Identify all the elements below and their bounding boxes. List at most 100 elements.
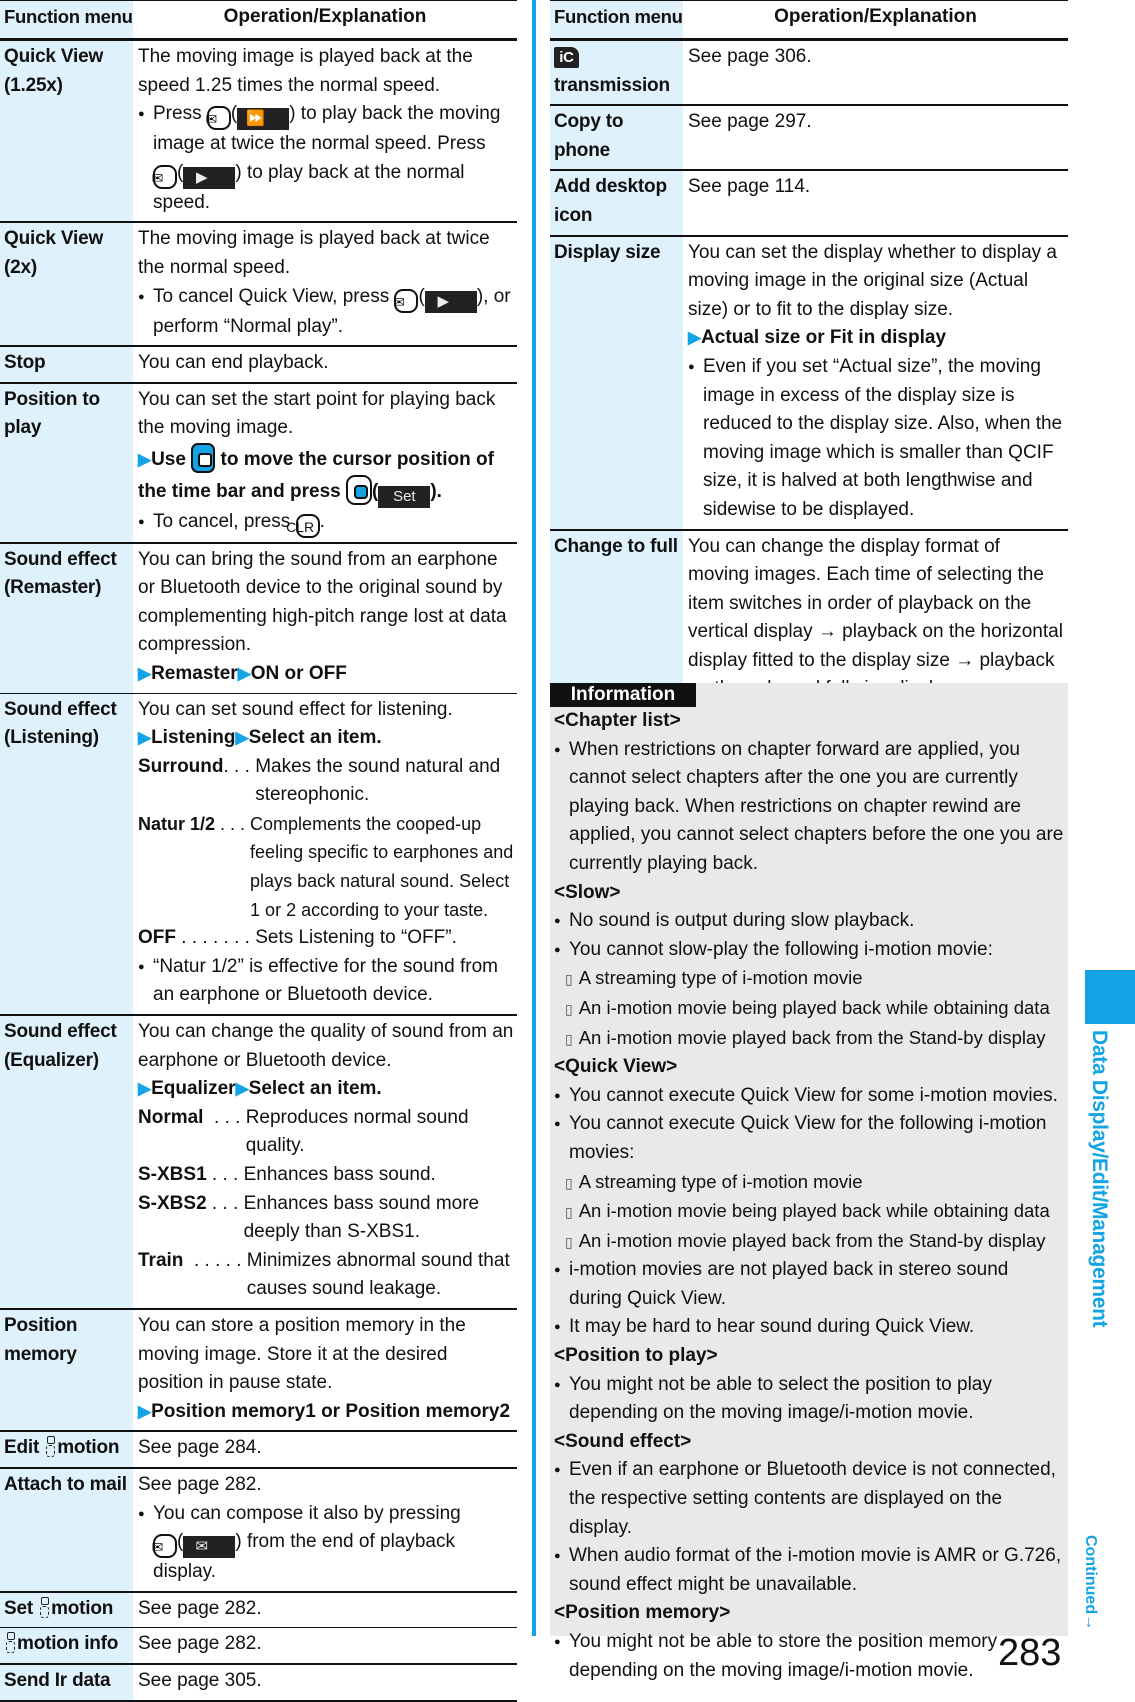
info-sub-item: An i-motion movie played back from the S… bbox=[554, 1227, 1064, 1257]
option-definition: Natur 1/2 . . . Complements the cooped-u… bbox=[138, 813, 514, 920]
table-row: Stop You can end playback. bbox=[0, 346, 517, 384]
step-arrow-icon: ▶ bbox=[235, 1079, 249, 1099]
table-header: Function menu Operation/Explanation bbox=[0, 0, 517, 41]
function-desc: You can set the start point for playing … bbox=[133, 382, 517, 544]
table-row: Edit motion See page 284. bbox=[0, 1431, 517, 1469]
function-desc: You can set sound effect for listening. … bbox=[133, 693, 517, 1017]
table-row: Add desktop icon See page 114. bbox=[550, 170, 1068, 237]
info-section-title: <Position to play> bbox=[554, 1345, 718, 1367]
function-table-left: Function menu Operation/Explanation Quic… bbox=[0, 0, 517, 1702]
table-row: Attach to mail See page 282. You can com… bbox=[0, 1467, 517, 1593]
information-box: Information <Chapter list> When restricti… bbox=[550, 683, 1068, 1681]
function-name: Quick View (2x) bbox=[0, 222, 133, 348]
operation-step: ▶Actual size or Fit in display bbox=[688, 327, 947, 349]
info-sub-item: A streaming type of i-motion movie bbox=[554, 964, 1064, 994]
note-bullet: Even if you set “Actual size”, the movin… bbox=[688, 353, 1066, 525]
info-bullet: When audio format of the i-motion movie … bbox=[554, 1542, 1064, 1599]
function-desc: See page 282. You can compose it also by… bbox=[133, 1467, 517, 1593]
header-function-menu: Function menu bbox=[0, 0, 133, 41]
option-definition: Train . . . . . Minimizes abnormal sound… bbox=[138, 1249, 510, 1300]
information-body: <Chapter list> When restrictions on chapt… bbox=[550, 707, 1068, 1685]
table-row: Sound effect (Remaster) You can bring th… bbox=[0, 542, 517, 694]
note-bullet: “Natur 1/2” is effective for the sound f… bbox=[138, 953, 515, 1010]
option-definition: S-XBS2 . . . Enhances bass sound more de… bbox=[138, 1192, 480, 1243]
info-bullet: You cannot execute Quick View for the fo… bbox=[554, 1110, 1064, 1167]
mail-softkey-icon: ✉ bbox=[183, 1536, 236, 1559]
info-bullet: You cannot execute Quick View for some i… bbox=[554, 1082, 1064, 1111]
step-arrow-icon: ▶ bbox=[138, 1079, 152, 1099]
step-arrow-icon: ▶ bbox=[138, 449, 152, 469]
fast-forward-softkey-icon: ⏩ bbox=[237, 108, 290, 131]
info-section-title: <Sound effect> bbox=[554, 1430, 692, 1452]
header-operation: Operation/Explanation bbox=[683, 0, 1068, 41]
info-sub-item: An i-motion movie played back from the S… bbox=[554, 1024, 1064, 1054]
table-row: Quick View (2x) The moving image is play… bbox=[0, 222, 517, 348]
function-name: Send Ir data bbox=[0, 1663, 133, 1702]
function-name: Position to play bbox=[0, 382, 133, 544]
info-bullet: You cannot slow-play the following i-mot… bbox=[554, 936, 1064, 965]
function-desc: See page 284. bbox=[133, 1431, 517, 1469]
step-arrow-icon: ▶ bbox=[688, 328, 702, 348]
operation-step: ▶Position memory1 or Position memory2 bbox=[138, 1400, 511, 1422]
mail-key-icon: ✉ bbox=[152, 1534, 177, 1559]
table-row: Send Ir data See page 305. bbox=[0, 1663, 517, 1702]
information-label: Information bbox=[550, 683, 696, 707]
info-bullet: You might not be able to store the posit… bbox=[554, 1628, 1064, 1685]
nav-key-icon bbox=[191, 442, 216, 473]
ic-transmission-icon: iC bbox=[554, 47, 579, 68]
i-motion-icon bbox=[6, 1632, 15, 1654]
function-desc: You can change the quality of sound from… bbox=[133, 1015, 517, 1310]
continued-indicator: Continued→ bbox=[1082, 1535, 1099, 1631]
table-row: Sound effect (Listening) You can set sou… bbox=[0, 693, 517, 1017]
function-name: Copy to phone bbox=[550, 105, 683, 172]
operation-step: ▶Equalizer▶Select an item. bbox=[138, 1078, 382, 1100]
function-table-right: Function menu Operation/Explanation iC tr… bbox=[550, 0, 1068, 711]
info-bullet: i-motion movies are not played back in s… bbox=[554, 1256, 1064, 1313]
note-bullet: To cancel, press CLR. bbox=[138, 508, 515, 538]
info-bullet: Even if an earphone or Bluetooth device … bbox=[554, 1456, 1064, 1542]
option-definition: S-XBS1 . . . Enhances bass sound. bbox=[138, 1164, 436, 1185]
option-definition: OFF . . . . . . . Sets Listening to “OFF… bbox=[138, 927, 457, 949]
function-name: Attach to mail bbox=[0, 1467, 133, 1593]
function-desc: See page 114. bbox=[683, 170, 1068, 237]
table-row: Position to play You can set the start p… bbox=[0, 382, 517, 544]
table-header: Function menu Operation/Explanation bbox=[550, 0, 1068, 41]
function-desc: See page 306. bbox=[683, 39, 1068, 107]
function-name: Sound effect (Equalizer) bbox=[0, 1015, 133, 1310]
operation-step: ▶Use to move the cursor position of the … bbox=[138, 442, 515, 508]
info-bullet: When restrictions on chapter forward are… bbox=[554, 736, 1064, 879]
table-row: Set motion See page 282. bbox=[0, 1591, 517, 1629]
step-arrow-icon: ▶ bbox=[235, 728, 249, 748]
note-bullet: Press ✉(⏩) to play back the moving image… bbox=[138, 100, 515, 217]
step-arrow-icon: ▶ bbox=[138, 728, 152, 748]
info-bullet: No sound is output during slow playback. bbox=[554, 907, 1064, 936]
set-softkey-icon: Set bbox=[378, 485, 431, 508]
function-name: Position memory bbox=[0, 1308, 133, 1433]
info-bullet: You might not be able to select the posi… bbox=[554, 1371, 1064, 1428]
step-arrow-icon: ▶ bbox=[237, 663, 251, 683]
header-function-menu: Function menu bbox=[550, 0, 683, 41]
function-name: iC transmission bbox=[550, 39, 683, 107]
option-definition: Normal . . . Reproduces normal sound qua… bbox=[138, 1106, 469, 1157]
function-desc: See page 297. bbox=[683, 105, 1068, 172]
function-name: Sound effect (Listening) bbox=[0, 693, 133, 1017]
table-row: Position memory You can store a position… bbox=[0, 1308, 517, 1433]
mail-key-icon: ✉ bbox=[205, 106, 231, 131]
function-desc: You can bring the sound from an earphone… bbox=[133, 542, 517, 694]
header-operation: Operation/Explanation bbox=[133, 0, 517, 41]
function-desc: The moving image is played back at twice… bbox=[133, 222, 517, 348]
info-sub-item: A streaming type of i-motion movie bbox=[554, 1168, 1064, 1198]
table-row: Sound effect (Equalizer) You can change … bbox=[0, 1015, 517, 1310]
function-desc: See page 282. bbox=[133, 1591, 517, 1629]
clr-key-icon: CLR bbox=[286, 513, 320, 538]
info-sub-item: An i-motion movie being played back whil… bbox=[554, 994, 1064, 1024]
info-bullet: It may be hard to hear sound during Quic… bbox=[554, 1313, 1064, 1342]
right-column: Function menu Operation/Explanation iC tr… bbox=[550, 0, 1068, 711]
table-row: motion info See page 282. bbox=[0, 1627, 517, 1665]
mail-key-icon: ✉ bbox=[152, 164, 177, 189]
table-row: iC transmission See page 306. bbox=[550, 39, 1068, 107]
info-section-title: <Quick View> bbox=[554, 1056, 678, 1078]
table-row: Display size You can set the display whe… bbox=[550, 235, 1068, 531]
function-desc: See page 305. bbox=[133, 1663, 517, 1702]
i-motion-icon bbox=[46, 1436, 56, 1458]
